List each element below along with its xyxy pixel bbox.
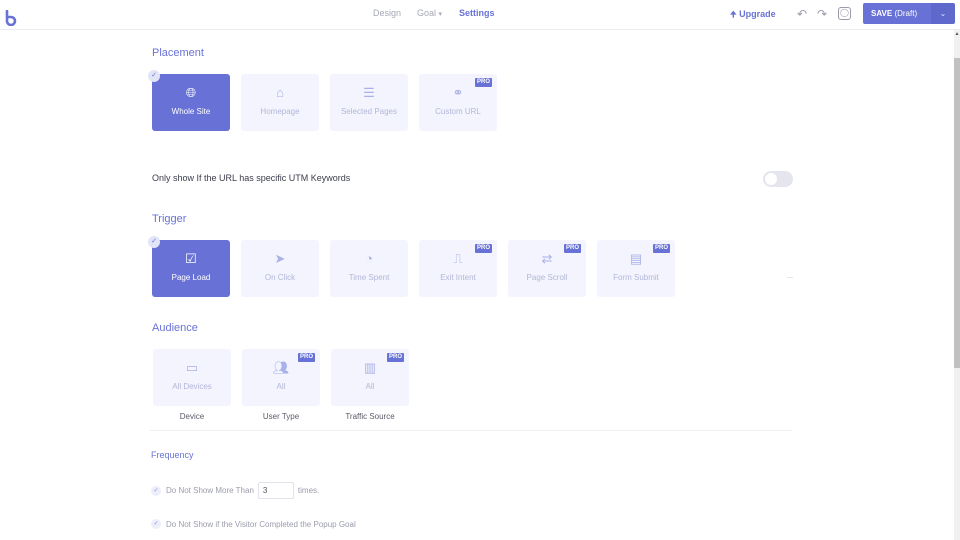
logo-icon[interactable] (5, 10, 17, 26)
section-divider (150, 430, 792, 431)
bar-chart-icon: ▥ (363, 360, 377, 375)
arrows-exchange-icon: ⇄ (541, 251, 553, 266)
chevron-down-icon: ⌄ (939, 9, 947, 18)
preview-icon[interactable]: ◯ (838, 7, 851, 20)
goal-completed-row: ✓ Do Not Show if the Visitor Completed t… (151, 519, 356, 529)
goal-completed-label: Do Not Show if the Visitor Completed the… (166, 519, 356, 529)
card-label: Page Load (171, 273, 211, 282)
check-icon[interactable]: ✓ (151, 519, 161, 529)
trigger-page-load[interactable]: ☑ Page Load (152, 240, 230, 297)
card-label: Page Scroll (526, 273, 568, 282)
placement-selected-pages[interactable]: ☰ Selected Pages (330, 74, 408, 131)
checkbox-icon: ☑ (185, 251, 197, 266)
home-icon: ⌂ (276, 85, 284, 100)
card-label: On Click (264, 273, 296, 282)
tab-design[interactable]: Design (373, 8, 401, 18)
card-label: All (276, 382, 286, 391)
audience-caption-traffic-source: Traffic Source (345, 412, 395, 421)
monitor-icon: ▭ (185, 360, 199, 375)
max-show-suffix: times. (297, 486, 320, 495)
placement-title: Placement (152, 47, 204, 59)
card-label: Custom URL (435, 107, 481, 116)
audience-device[interactable]: ▭ All Devices (153, 349, 231, 406)
trigger-time-spent[interactable]: ◔ Time Spent (330, 240, 408, 297)
save-dropdown-button[interactable]: ⌄ (931, 3, 955, 24)
upgrade-label: Upgrade (739, 9, 776, 19)
card-label: Time Spent (348, 273, 390, 282)
scroll-up-arrow[interactable]: ▲ (954, 31, 960, 41)
upgrade-link[interactable]: 🠉︎ Upgrade (730, 9, 776, 23)
card-label: All Devices (172, 382, 212, 391)
tab-goal[interactable]: Goal ▾ (417, 8, 442, 18)
placement-homepage[interactable]: ⌂ Homepage (241, 74, 319, 131)
trigger-title: Trigger (152, 213, 187, 225)
undo-icon[interactable]: ↶ (795, 7, 809, 21)
globe-icon: 🌐︎ (185, 85, 197, 100)
max-show-row: ✓ Do Not Show More Than times. (151, 482, 319, 499)
user-clock-icon: ◔ (365, 251, 373, 266)
placement-whole-site[interactable]: 🌐︎ Whole Site (152, 74, 230, 131)
redo-icon[interactable]: ↷ (815, 7, 829, 21)
check-icon[interactable]: ✓ (151, 485, 161, 496)
max-show-input[interactable] (257, 482, 294, 499)
toggle-knob (765, 173, 777, 185)
selected-check-icon: ✓ (148, 70, 160, 82)
audience-caption-device: Device (179, 412, 205, 421)
cursor-icon: ➤ (274, 251, 286, 266)
arrow-up-icon: 🠉︎ (730, 10, 737, 19)
checklist-icon: ☰ (363, 85, 375, 100)
tab-goal-label: Goal (417, 8, 437, 18)
audience-title: Audience (152, 322, 198, 334)
audience-traffic-source[interactable]: PRO ▥ All (331, 349, 409, 406)
card-label: Form Submit (613, 273, 659, 282)
placement-custom-url[interactable]: PRO ⚭ Custom URL (419, 74, 497, 131)
audience-user-type[interactable]: PRO 👥︎ All (242, 349, 320, 406)
card-label: All (365, 382, 375, 391)
top-bar: Design Goal ▾ Settings 🠉︎ Upgrade ↶ ↷ ◯ … (0, 0, 960, 30)
save-status: (Draft) (894, 9, 918, 18)
utm-keywords-toggle[interactable] (763, 171, 793, 187)
card-label: Whole Site (171, 107, 211, 116)
chevron-down-icon: ▾ (438, 11, 443, 18)
trigger-exit-intent[interactable]: PRO ⎍ Exit Intent (419, 240, 497, 297)
form-list-icon: ▤ (629, 251, 643, 266)
trigger-form-submit[interactable]: PRO ▤ Form Submit (597, 240, 675, 297)
door-exit-icon: ⎍ (453, 251, 463, 266)
trigger-on-click[interactable]: ➤ On Click (241, 240, 319, 297)
card-label: Homepage (260, 107, 300, 116)
link-icon: ⚭ (452, 85, 464, 100)
max-show-prefix: Do Not Show More Than (166, 486, 254, 495)
card-label: Exit Intent (440, 273, 476, 282)
frequency-title: Frequency (151, 450, 194, 460)
save-label: SAVE (871, 9, 893, 18)
divider-mark (787, 277, 793, 278)
selected-check-icon: ✓ (148, 236, 160, 248)
utm-keywords-label: Only show If the URL has specific UTM Ke… (152, 173, 351, 183)
save-button[interactable]: SAVE (Draft) (863, 3, 931, 24)
audience-caption-user-type: User Type (262, 412, 300, 421)
trigger-page-scroll[interactable]: PRO ⇄ Page Scroll (508, 240, 586, 297)
users-icon: 👥︎ (272, 360, 290, 375)
scrollbar-thumb[interactable] (954, 58, 960, 368)
tab-settings[interactable]: Settings (459, 8, 495, 18)
card-label: Selected Pages (340, 107, 398, 116)
